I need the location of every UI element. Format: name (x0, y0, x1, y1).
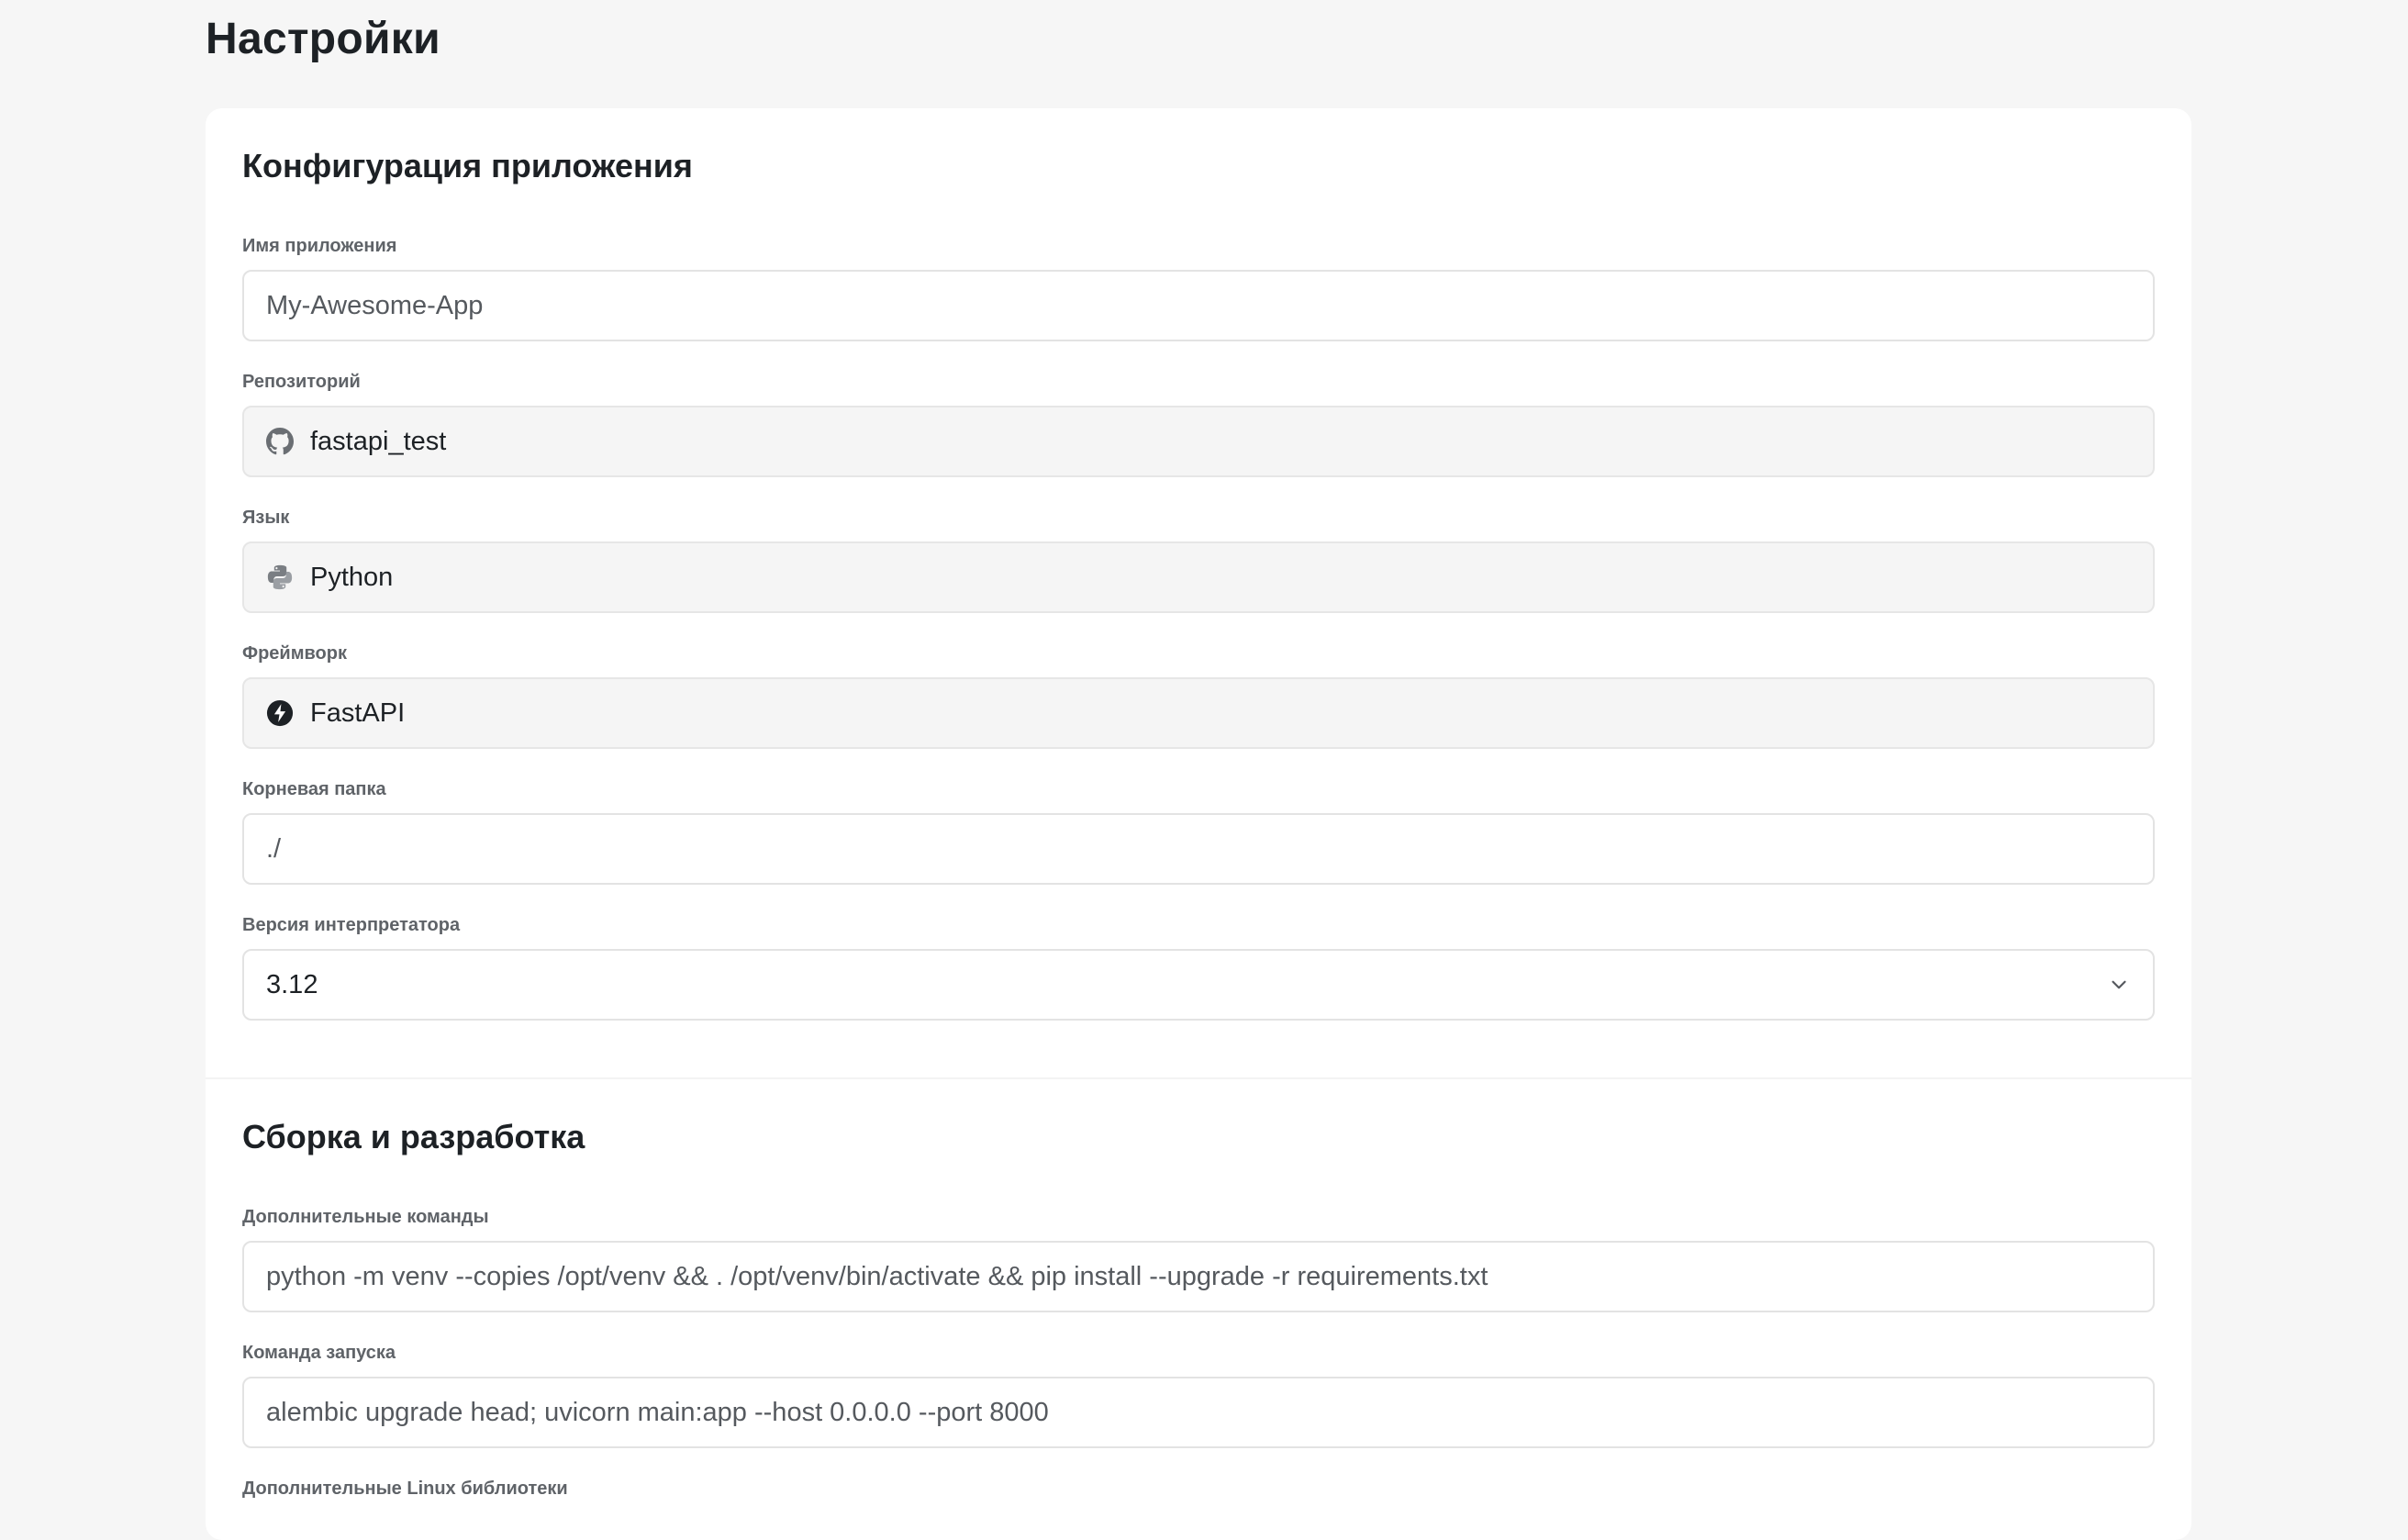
framework-label: Фреймворк (242, 643, 347, 664)
repository-label: Репозиторий (242, 372, 361, 392)
app-config-section-title: Конфигурация приложения (242, 147, 693, 184)
page-title: Настройки (206, 15, 440, 63)
language-value: Python (310, 562, 394, 592)
language-field: Python (242, 541, 2155, 613)
start-command-input[interactable]: alembic upgrade head; uvicorn main:app -… (242, 1377, 2155, 1448)
framework-value: FastAPI (310, 697, 406, 728)
app-name-value: My-Awesome-App (266, 290, 484, 320)
chevron-down-icon (2107, 973, 2131, 997)
root-folder-input[interactable]: ./ (242, 813, 2155, 885)
repository-field: fastapi_test (242, 406, 2155, 477)
root-folder-label: Корневая папка (242, 779, 386, 799)
interpreter-version-select[interactable]: 3.12 (242, 949, 2155, 1021)
root-folder-value: ./ (266, 833, 282, 864)
interpreter-version-value: 3.12 (266, 969, 318, 999)
start-command-value: alembic upgrade head; uvicorn main:app -… (266, 1397, 1049, 1427)
interpreter-version-label: Версия интерпретатора (242, 915, 461, 935)
fastapi-icon (266, 699, 294, 727)
linux-libs-label: Дополнительные Linux библиотеки (242, 1479, 568, 1499)
app-name-input[interactable]: My-Awesome-App (242, 270, 2155, 341)
app-name-label: Имя приложения (242, 236, 397, 256)
start-command-label: Команда запуска (242, 1343, 396, 1363)
extra-commands-label: Дополнительные команды (242, 1207, 489, 1227)
extra-commands-input[interactable]: python -m venv --copies /opt/venv && . /… (242, 1241, 2155, 1312)
section-divider (206, 1077, 2191, 1079)
github-icon (266, 428, 294, 455)
framework-field: FastAPI (242, 677, 2155, 749)
settings-card: Конфигурация приложения Имя приложения M… (206, 108, 2191, 1540)
python-icon (266, 564, 294, 591)
language-label: Язык (242, 508, 290, 528)
repository-value: fastapi_test (310, 426, 447, 456)
build-section-title: Сборка и разработка (242, 1118, 585, 1155)
extra-commands-value: python -m venv --copies /opt/venv && . /… (266, 1261, 1488, 1291)
